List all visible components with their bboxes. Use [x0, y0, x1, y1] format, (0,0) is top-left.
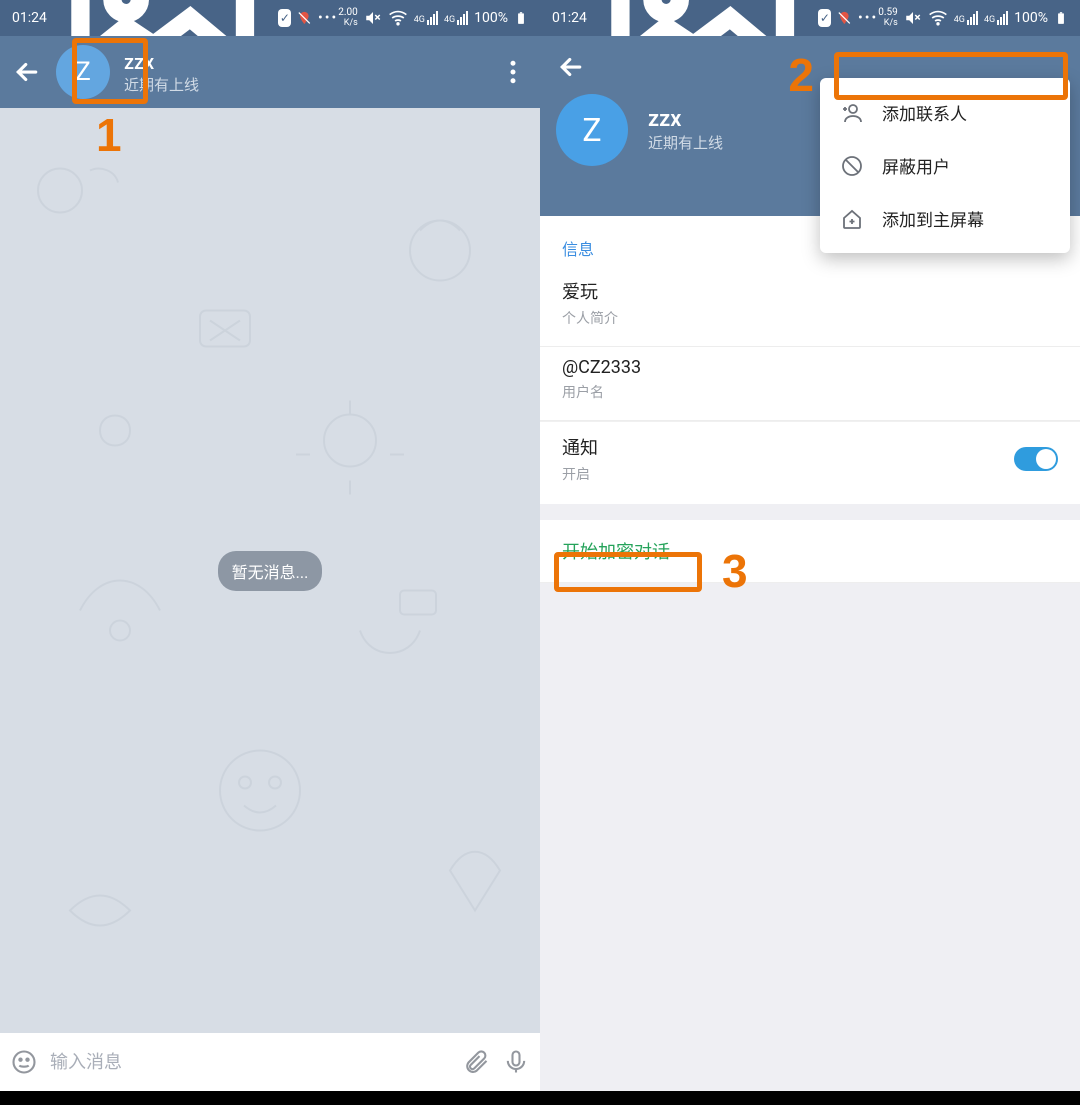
chat-avatar[interactable]: Z [56, 45, 110, 99]
voice-button[interactable] [502, 1048, 530, 1076]
location-off-icon [297, 8, 312, 28]
battery-icon [514, 11, 528, 25]
more-indicator: ••• [318, 10, 338, 26]
notifications-row[interactable]: 通知 开启 [540, 421, 1080, 504]
status-check-icon: ✓ [278, 9, 291, 27]
bio-row[interactable]: 爱玩 个人简介 [540, 268, 1080, 347]
avatar-letter: Z [75, 57, 91, 87]
status-right: 0.59 K/s 4G 4G 100% [878, 8, 1068, 28]
bio-value: 爱玩 [562, 278, 1058, 304]
bio-label: 个人简介 [562, 308, 1058, 328]
menu-add-contact-label: 添加联系人 [882, 100, 967, 125]
add-contact-icon [840, 101, 864, 125]
empty-chat-message: 暂无消息... [218, 551, 323, 591]
battery-text: 100% [1014, 10, 1048, 26]
net-speed: 2.00 K/s [338, 8, 358, 28]
net-speed-unit: K/s [878, 18, 898, 28]
block-icon [840, 154, 864, 178]
username-value: @CZ2333 [562, 357, 1058, 378]
back-button[interactable] [556, 52, 586, 82]
back-button[interactable] [12, 57, 42, 87]
profile-status: 近期有上线 [648, 132, 723, 153]
signal-label-1b: 4G [954, 15, 965, 25]
battery-text: 100% [474, 10, 508, 26]
profile-name: zzx [648, 107, 723, 132]
net-speed-value: 0.59 [878, 7, 898, 18]
chat-name: zzx [124, 50, 199, 74]
status-right: 2.00 K/s 4G 4G 100% [338, 8, 528, 28]
attach-button[interactable] [462, 1048, 490, 1076]
more-options-button[interactable] [498, 57, 528, 87]
status-time: 01:24 [12, 10, 47, 26]
phone-left-chat: 01:24 ✓ ••• 2.00 K/s 4G 4G [0, 0, 540, 1105]
username-label: 用户名 [562, 382, 1058, 402]
menu-add-home-label: 添加到主屏幕 [882, 206, 984, 231]
mute-icon [364, 9, 382, 27]
chat-title-block[interactable]: zzx 近期有上线 [124, 50, 199, 95]
signal-label-1: 4G [414, 15, 425, 25]
section-gap [540, 504, 1080, 520]
signal-label-2: 4G [444, 15, 455, 25]
profile-content: 信息 爱玩 个人简介 @CZ2333 用户名 通知 开启 [540, 216, 1080, 504]
avatar-letter: Z [582, 111, 601, 149]
net-speed: 0.59 K/s [878, 8, 898, 28]
menu-add-home[interactable]: 添加到主屏幕 [820, 192, 1070, 245]
signal-label-2b: 4G [984, 15, 995, 25]
emoji-button[interactable] [10, 1048, 38, 1076]
nav-bar [540, 1091, 1080, 1105]
status-bar: 01:24 ✓ ••• 2.00 K/s 4G 4G [0, 0, 540, 36]
location-off-icon [837, 8, 852, 28]
start-secret-chat[interactable]: 开始加密对话 [540, 520, 1080, 583]
chat-status: 近期有上线 [124, 74, 199, 95]
mute-icon [904, 9, 922, 27]
menu-block-user-label: 屏蔽用户 [882, 153, 950, 178]
signal-2-icon: 4G [984, 11, 1008, 25]
phone-right-profile: 01:24 ✓ ••• 0.59 K/s 4G 4G [540, 0, 1080, 1105]
net-speed-value: 2.00 [338, 7, 358, 18]
options-popup: 添加联系人 屏蔽用户 添加到主屏幕 [820, 78, 1070, 253]
signal-2-icon: 4G [444, 11, 468, 25]
more-indicator: ••• [858, 10, 878, 26]
notif-title: 通知 [562, 434, 598, 460]
menu-add-contact[interactable]: 添加联系人 [820, 86, 1070, 139]
battery-icon [1054, 11, 1068, 25]
notif-toggle[interactable] [1014, 447, 1058, 471]
nav-bar [0, 1091, 540, 1105]
start-secret-chat-label: 开始加密对话 [562, 542, 670, 563]
signal-1-icon: 4G [954, 11, 978, 25]
chat-header: Z zzx 近期有上线 [0, 36, 540, 108]
profile-avatar[interactable]: Z [556, 94, 628, 166]
profile-filler [540, 583, 1080, 1091]
menu-block-user[interactable]: 屏蔽用户 [820, 139, 1070, 192]
signal-1-icon: 4G [414, 11, 438, 25]
status-bar: 01:24 ✓ ••• 0.59 K/s 4G 4G [540, 0, 1080, 36]
net-speed-unit: K/s [338, 18, 358, 28]
username-row[interactable]: @CZ2333 用户名 [540, 347, 1080, 421]
status-time: 01:24 [552, 10, 587, 26]
chat-message-area[interactable]: 暂无消息... [0, 108, 540, 1033]
profile-header: Z zzx 近期有上线 添加联系人 [540, 36, 1080, 216]
notif-state: 开启 [562, 464, 598, 484]
status-check-icon: ✓ [818, 9, 831, 27]
home-add-icon [840, 207, 864, 231]
message-input-bar [0, 1033, 540, 1091]
wifi-icon [388, 8, 408, 28]
wifi-icon [928, 8, 948, 28]
message-input[interactable] [50, 1052, 450, 1073]
